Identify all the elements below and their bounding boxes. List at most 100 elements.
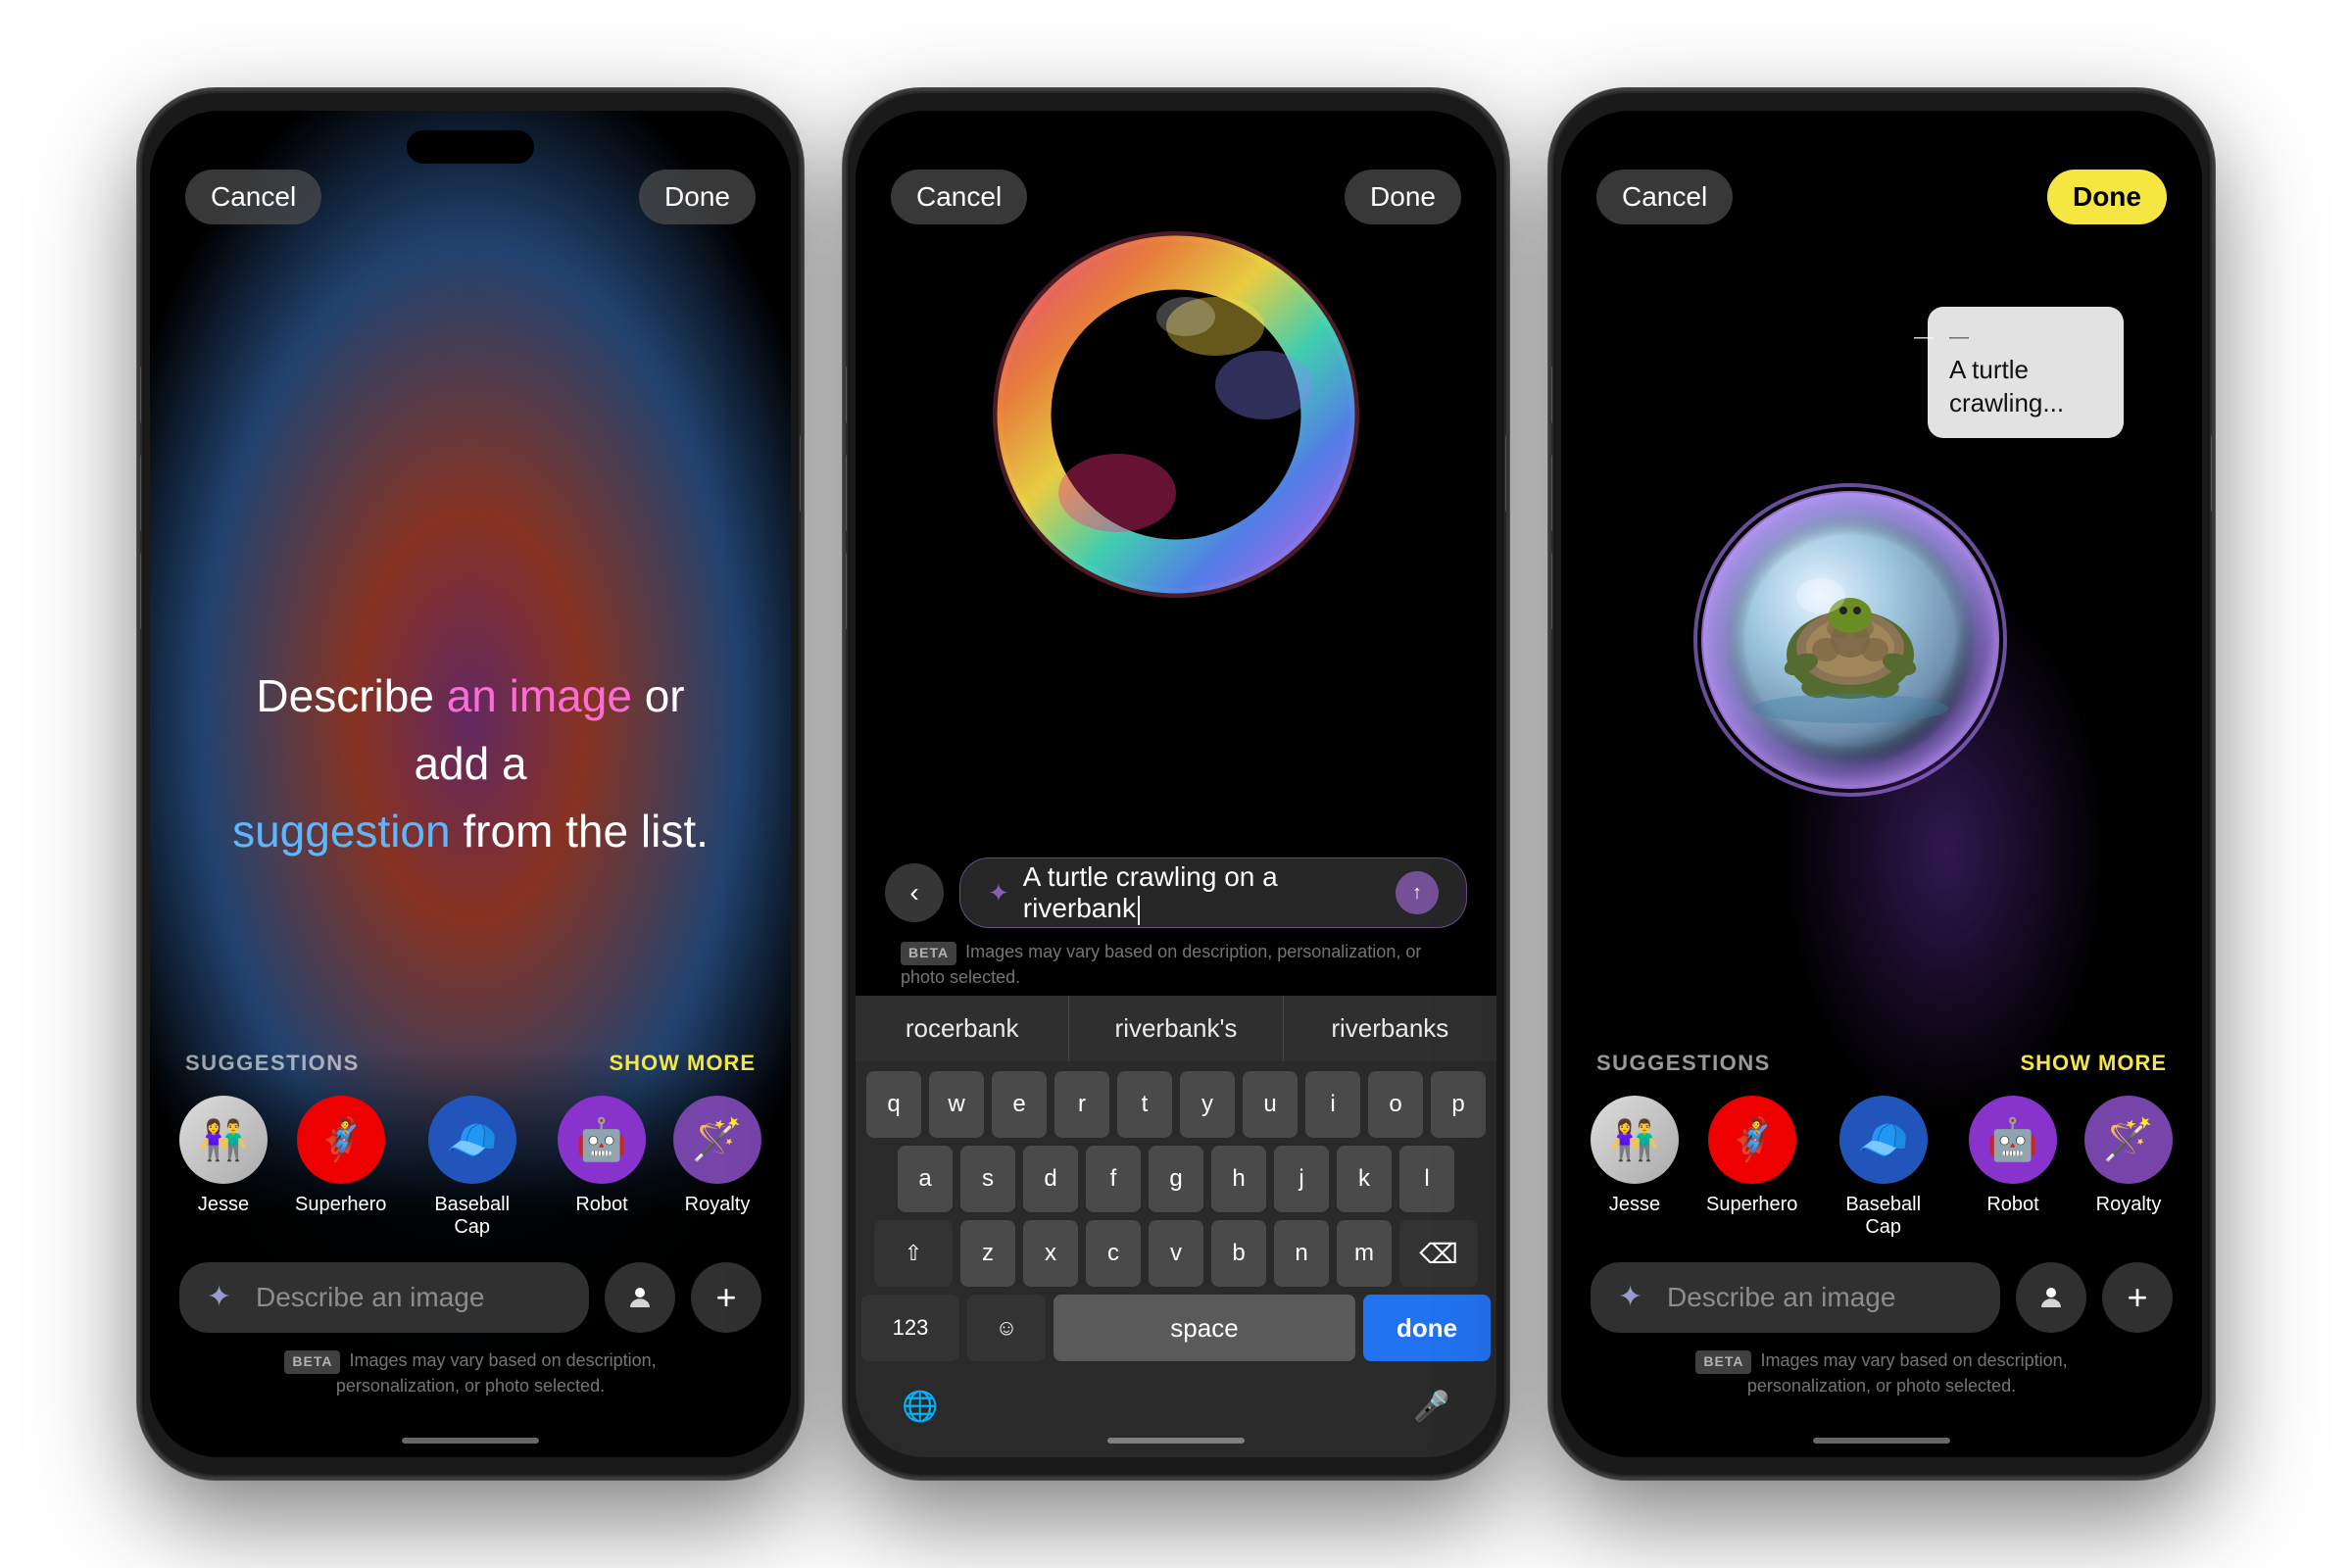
key-j[interactable]: j — [1274, 1146, 1329, 1212]
key-c[interactable]: c — [1086, 1220, 1141, 1287]
key-done[interactable]: done — [1363, 1295, 1491, 1361]
input-text-2: A turtle crawling on a riverbank — [1023, 861, 1382, 925]
key-z[interactable]: z — [960, 1220, 1015, 1287]
suggestion-label-baseball-3: Baseball Cap — [1825, 1194, 1941, 1239]
key-globe[interactable]: 🌐 — [881, 1373, 959, 1440]
key-o[interactable]: o — [1368, 1071, 1423, 1138]
key-p[interactable]: p — [1431, 1071, 1486, 1138]
text-input-3[interactable]: ✦ Describe an image — [1591, 1262, 2000, 1333]
key-delete[interactable]: ⌫ — [1399, 1220, 1478, 1287]
suggestion-robot-3[interactable]: 🤖 Robot — [1969, 1096, 2057, 1239]
suggestion-royalty-3[interactable]: 🪄 Royalty — [2084, 1096, 2173, 1239]
key-r[interactable]: r — [1054, 1071, 1109, 1138]
avatar-robot-1: 🤖 — [558, 1096, 646, 1184]
avatar-royalty-1: 🪄 — [673, 1096, 761, 1184]
suggestion-superhero-3[interactable]: 🦸 Superhero — [1706, 1096, 1797, 1239]
suggestion-superhero-1[interactable]: 🦸 Superhero — [295, 1096, 386, 1239]
key-s[interactable]: s — [960, 1146, 1015, 1212]
key-w[interactable]: w — [929, 1071, 984, 1138]
cancel-button-3[interactable]: Cancel — [1596, 170, 1733, 224]
autocomplete-item-3[interactable]: riverbanks — [1284, 996, 1496, 1061]
autocomplete-item-2[interactable]: riverbank's — [1069, 996, 1283, 1061]
send-button[interactable]: ↑ — [1396, 871, 1439, 914]
person-button-1[interactable] — [605, 1262, 675, 1333]
show-more-button-1[interactable]: SHOW MORE — [609, 1051, 756, 1076]
sparkle-icon-1: ✦ — [207, 1280, 242, 1315]
key-b[interactable]: b — [1211, 1220, 1266, 1287]
avatar-robot-3: 🤖 — [1969, 1096, 2057, 1184]
bubble-text: A turtle crawling... — [1949, 354, 2102, 420]
back-button[interactable]: ‹ — [885, 863, 944, 922]
suggestion-baseball-1[interactable]: 🧢 Baseball Cap — [414, 1096, 530, 1239]
active-input-2[interactable]: ✦ A turtle crawling on a riverbank ↑ — [959, 858, 1467, 928]
key-u[interactable]: u — [1243, 1071, 1298, 1138]
key-mic[interactable]: 🎤 — [1393, 1373, 1471, 1440]
text-input-1[interactable]: ✦ Describe an image — [179, 1262, 589, 1333]
suggestion-label-robot-3: Robot — [1986, 1194, 2038, 1216]
beta-row-2: BETA Images may vary based on descriptio… — [856, 940, 1496, 990]
key-i[interactable]: i — [1305, 1071, 1360, 1138]
suggestion-baseball-3[interactable]: 🧢 Baseball Cap — [1825, 1096, 1941, 1239]
input-placeholder-3: Describe an image — [1667, 1282, 1895, 1313]
add-button-3[interactable]: + — [2102, 1262, 2173, 1333]
beta-badge-2: BETA — [901, 942, 956, 965]
beta-text-3: BETA Images may vary based on descriptio… — [1626, 1348, 2137, 1398]
phones-container: Cancel Done Describe an image or add asu… — [0, 0, 2352, 1568]
keyboard-row-2: a s d f g h j k l — [861, 1146, 1491, 1212]
bottom-area-3: SUGGESTIONS SHOW MORE 👫 Jesse 🦸 Superher… — [1561, 1051, 2202, 1457]
input-area-2: ‹ ✦ A turtle crawling on a riverbank ↑ B… — [856, 858, 1496, 1457]
done-button-2[interactable]: Done — [1345, 170, 1461, 224]
suggestion-jesse-1[interactable]: 👫 Jesse — [179, 1096, 268, 1239]
key-t[interactable]: t — [1117, 1071, 1172, 1138]
key-h[interactable]: h — [1211, 1146, 1266, 1212]
show-more-button-3[interactable]: SHOW MORE — [2020, 1051, 2167, 1076]
key-g[interactable]: g — [1149, 1146, 1203, 1212]
keyboard-row-1: q w e r t y u i o p — [861, 1071, 1491, 1138]
suggestions-header-1: SUGGESTIONS SHOW MORE — [179, 1051, 761, 1076]
suggestion-jesse-3[interactable]: 👫 Jesse — [1591, 1096, 1679, 1239]
suggestion-label-jesse-1: Jesse — [198, 1194, 249, 1216]
keyboard-row-5: 🌐 🎤 — [861, 1369, 1491, 1444]
cancel-button-1[interactable]: Cancel — [185, 170, 321, 224]
suggestion-royalty-1[interactable]: 🪄 Royalty — [673, 1096, 761, 1239]
input-row-3: ✦ Describe an image + — [1591, 1262, 2173, 1333]
home-indicator-1 — [402, 1438, 539, 1444]
key-e[interactable]: e — [992, 1071, 1047, 1138]
done-button-3[interactable]: Done — [2047, 170, 2167, 224]
suggestions-label-3: SUGGESTIONS — [1596, 1051, 1771, 1076]
person-button-3[interactable] — [2016, 1262, 2086, 1333]
key-v[interactable]: v — [1149, 1220, 1203, 1287]
key-x[interactable]: x — [1023, 1220, 1078, 1287]
turtle-bubble: — A turtle crawling... — [1928, 307, 2124, 438]
suggestion-label-superhero-3: Superhero — [1706, 1194, 1797, 1216]
avatar-jesse-3: 👫 — [1591, 1096, 1679, 1184]
input-row-1: ✦ Describe an image + — [179, 1262, 761, 1333]
key-space[interactable]: space — [1054, 1295, 1355, 1361]
key-l[interactable]: l — [1399, 1146, 1454, 1212]
key-q[interactable]: q — [866, 1071, 921, 1138]
sparkle-icon-3: ✦ — [1618, 1280, 1653, 1315]
cancel-button-2[interactable]: Cancel — [891, 170, 1027, 224]
add-button-1[interactable]: + — [691, 1262, 761, 1333]
suggestion-robot-1[interactable]: 🤖 Robot — [558, 1096, 646, 1239]
key-shift[interactable]: ⇧ — [874, 1220, 953, 1287]
key-k[interactable]: k — [1337, 1146, 1392, 1212]
home-indicator-3 — [1813, 1438, 1950, 1444]
key-numbers[interactable]: 123 — [861, 1295, 959, 1361]
beta-row-1: BETA Images may vary based on descriptio… — [179, 1348, 761, 1398]
key-m[interactable]: m — [1337, 1220, 1392, 1287]
key-n[interactable]: n — [1274, 1220, 1329, 1287]
key-y[interactable]: y — [1180, 1071, 1235, 1138]
avatar-royalty-3: 🪄 — [2084, 1096, 2173, 1184]
key-d[interactable]: d — [1023, 1146, 1078, 1212]
beta-row-3: BETA Images may vary based on descriptio… — [1591, 1348, 2173, 1398]
beta-badge-3: BETA — [1695, 1350, 1751, 1374]
key-f[interactable]: f — [1086, 1146, 1141, 1212]
key-emoji[interactable]: ☺ — [967, 1295, 1046, 1361]
prompt-text-1: Describe an image or add asuggestion fro… — [216, 662, 725, 865]
done-button-1[interactable]: Done — [639, 170, 756, 224]
key-a[interactable]: a — [898, 1146, 953, 1212]
autocomplete-item-1[interactable]: rocerbank — [856, 996, 1069, 1061]
beta-badge-1: BETA — [284, 1350, 340, 1374]
text-cursor — [1138, 896, 1140, 925]
